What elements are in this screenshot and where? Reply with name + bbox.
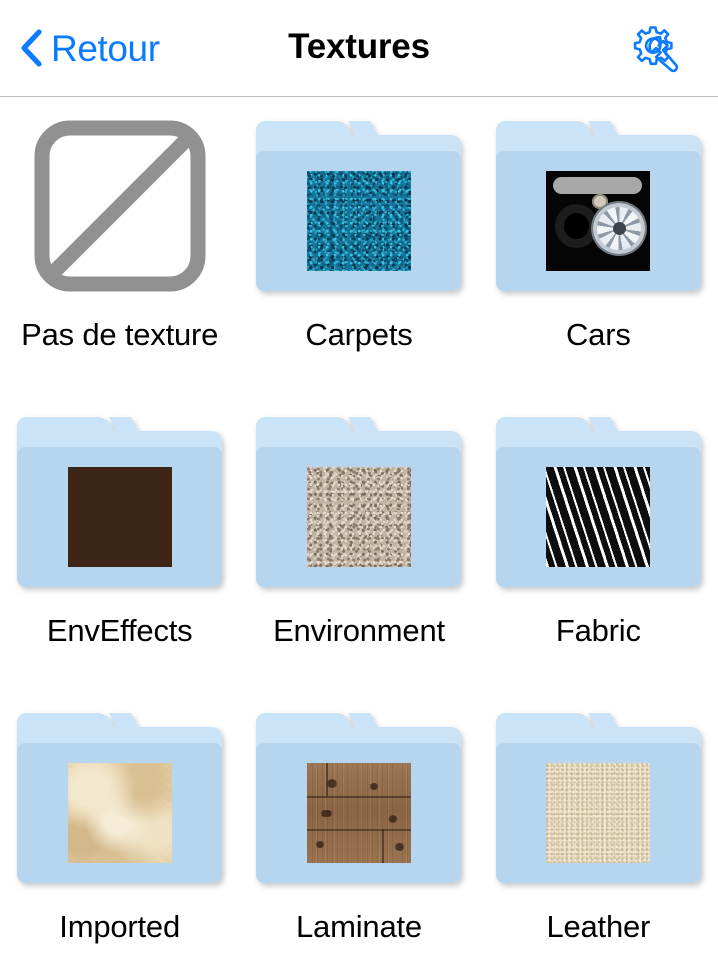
texture-thumbnail bbox=[495, 411, 701, 593]
navigation-bar: Retour Textures bbox=[0, 0, 718, 97]
texture-item-carpets[interactable]: Carpets bbox=[239, 115, 478, 411]
folder-body bbox=[495, 447, 701, 587]
texture-item-label: Leather bbox=[546, 909, 651, 944]
texture-thumbnail bbox=[17, 411, 223, 593]
no-texture-icon bbox=[32, 118, 208, 294]
folder-icon bbox=[17, 713, 223, 883]
page-title: Textures bbox=[288, 27, 430, 66]
folder-icon bbox=[256, 121, 462, 291]
texture-thumbnail bbox=[256, 115, 462, 297]
folder-body bbox=[495, 743, 701, 883]
folder-body bbox=[17, 447, 223, 587]
texture-item-leather[interactable]: Leather bbox=[479, 707, 718, 964]
folder-icon bbox=[495, 417, 701, 587]
settings-button[interactable] bbox=[629, 23, 683, 75]
texture-folder-grid: Pas de texture Carpets Cars EnvEffects E… bbox=[0, 97, 718, 964]
folder-body bbox=[256, 151, 462, 291]
texture-swatch-fabric bbox=[546, 467, 651, 567]
folder-icon bbox=[256, 417, 462, 587]
texture-thumbnail bbox=[495, 707, 701, 889]
car-hub-shape bbox=[612, 222, 627, 235]
texture-swatch-laminate bbox=[306, 763, 411, 863]
texture-item-pas-de-texture[interactable]: Pas de texture bbox=[0, 115, 239, 411]
texture-thumbnail bbox=[17, 707, 223, 889]
texture-swatch-enveffects bbox=[67, 467, 172, 567]
folder-icon bbox=[17, 417, 223, 587]
texture-item-laminate[interactable]: Laminate bbox=[239, 707, 478, 964]
texture-item-label: EnvEffects bbox=[46, 613, 193, 648]
texture-item-enveffects[interactable]: EnvEffects bbox=[0, 411, 239, 707]
gear-wrench-icon bbox=[629, 23, 683, 75]
texture-item-environment[interactable]: Environment bbox=[239, 411, 478, 707]
texture-item-label: Carpets bbox=[305, 317, 413, 352]
texture-swatch-imported bbox=[67, 763, 172, 863]
texture-item-label: Laminate bbox=[296, 909, 422, 944]
texture-swatch-carpet bbox=[306, 171, 411, 271]
texture-item-label: Fabric bbox=[555, 613, 641, 648]
texture-thumbnail bbox=[17, 115, 222, 297]
texture-swatch-cars bbox=[546, 171, 651, 271]
folder-body bbox=[256, 447, 462, 587]
folder-body bbox=[17, 743, 223, 883]
texture-thumbnail bbox=[256, 707, 462, 889]
folder-body bbox=[495, 151, 701, 291]
texture-item-label: Imported bbox=[59, 909, 181, 944]
texture-item-label: Environment bbox=[273, 613, 445, 648]
texture-item-cars[interactable]: Cars bbox=[479, 115, 718, 411]
car-tire-shape bbox=[554, 204, 599, 248]
texture-thumbnail bbox=[495, 115, 701, 297]
texture-item-label: Pas de texture bbox=[21, 317, 219, 352]
texture-thumbnail bbox=[256, 411, 462, 593]
texture-item-fabric[interactable]: Fabric bbox=[479, 411, 718, 707]
folder-icon bbox=[495, 713, 701, 883]
folder-icon bbox=[256, 713, 462, 883]
car-bumper-shape bbox=[552, 177, 642, 194]
texture-item-label: Cars bbox=[565, 317, 631, 352]
texture-item-imported[interactable]: Imported bbox=[0, 707, 239, 964]
folder-icon bbox=[495, 121, 701, 291]
texture-swatch-environment bbox=[306, 467, 411, 567]
texture-swatch-leather bbox=[546, 763, 651, 863]
folder-body bbox=[256, 743, 462, 883]
